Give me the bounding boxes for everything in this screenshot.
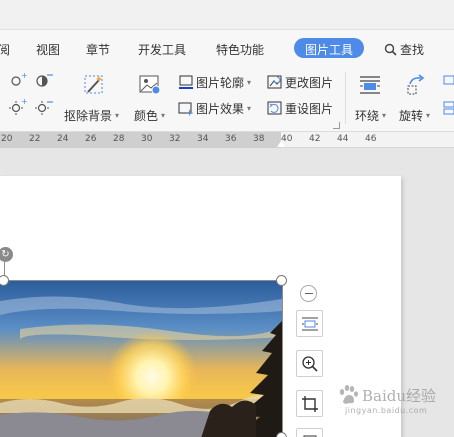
search-icon	[384, 43, 397, 56]
chevron-down-icon: ▾	[115, 111, 120, 120]
svg-text:+: +	[21, 72, 28, 80]
picture-effect-icon	[178, 102, 194, 116]
collapse-toolbar-button[interactable]	[300, 285, 317, 302]
picture-selection-frame	[0, 280, 283, 437]
chevron-down-icon: ▾	[247, 78, 252, 87]
contrast-up-icon	[36, 74, 53, 87]
svg-text:+: +	[21, 98, 28, 106]
chevron-down-icon: ▾	[382, 111, 387, 120]
rotate-icon	[407, 74, 425, 95]
ruler-number: 26	[85, 134, 97, 144]
color-label: 颜色	[134, 109, 159, 123]
ruler-number: 34	[197, 134, 209, 144]
align-button[interactable]	[442, 74, 454, 94]
ruler-number: 44	[337, 134, 349, 144]
wrap-text-button[interactable]: 环绕 ▾	[352, 72, 390, 124]
wrap-text-icon	[360, 76, 380, 94]
picture-outline-label: 图片轮廓	[196, 76, 245, 90]
find-button[interactable]: 查找	[384, 41, 424, 58]
ruler-number: 42	[309, 134, 321, 144]
ruler-number: 28	[113, 134, 125, 144]
reset-picture-label: 重设图片	[285, 102, 334, 116]
minus-icon	[304, 293, 313, 294]
brightness-down-icon: +	[9, 97, 28, 115]
brightness-up-icon: +	[11, 71, 28, 86]
picture-tools-ribbon: + + 抠除背景 ▾ 颜色 ▾ 图片轮廓 ▾ 图片效果 ▾ 更改图片 重设图片 …	[0, 66, 454, 132]
ruler-number: 32	[169, 134, 181, 144]
ruler-number: 36	[225, 134, 237, 144]
watermark-text: Baidu经验	[362, 386, 437, 405]
remove-background-label: 抠除背景	[64, 109, 113, 123]
reset-picture-icon	[267, 101, 282, 115]
tab-view[interactable]: 视图	[36, 41, 60, 58]
group-button[interactable]	[442, 100, 454, 120]
picture-effect-button[interactable]: 图片效果 ▾	[178, 100, 251, 117]
tab-chapter[interactable]: 章节	[86, 41, 110, 58]
change-picture-label: 更改图片	[285, 76, 334, 90]
resize-handle-bottom-right[interactable]	[276, 432, 287, 437]
wps-writer-window: 阅 视图 章节 开发工具 特色功能 图片工具 查找 + + 抠除背景 ▾ 颜色 …	[0, 0, 454, 437]
picture-outline-icon	[179, 75, 193, 89]
watermark-url: jingyan.baidu.com	[345, 406, 428, 415]
change-picture-button[interactable]: 更改图片	[267, 74, 333, 91]
crop-button[interactable]	[296, 390, 323, 417]
picture-icon	[303, 435, 316, 437]
resize-handle-top-right[interactable]	[276, 275, 287, 286]
picture-color-icon	[139, 75, 161, 95]
zoom-picture-button[interactable]	[296, 350, 323, 377]
contrast-down-button[interactable]	[34, 98, 54, 120]
ruler-number: 22	[29, 134, 41, 144]
chevron-down-icon: ▾	[161, 111, 166, 120]
magic-wand-icon	[84, 75, 103, 94]
rotation-stem	[4, 262, 5, 276]
picture-effect-label: 图片效果	[196, 102, 245, 116]
layout-options-button[interactable]	[296, 310, 323, 337]
zoom-in-icon	[301, 355, 318, 372]
wrap-text-label: 环绕	[355, 109, 380, 123]
brightness-up-button[interactable]: +	[8, 71, 28, 92]
ruler-number: 24	[57, 134, 69, 144]
ruler-indent-marker[interactable]	[277, 141, 285, 147]
more-tools-button[interactable]	[296, 428, 323, 437]
reset-picture-button[interactable]: 重设图片	[267, 100, 333, 117]
group-icon	[443, 101, 454, 115]
tab-picture-tools[interactable]: 图片工具	[294, 38, 365, 58]
remove-background-button[interactable]: 抠除背景 ▾	[64, 72, 124, 124]
tab-developer[interactable]: 开发工具	[138, 41, 186, 58]
align-icon	[443, 75, 454, 85]
ruler-number: 20	[1, 134, 13, 144]
rotate-button[interactable]: 旋转 ▾	[396, 72, 436, 124]
ribbon-divider	[345, 72, 346, 124]
find-label: 查找	[400, 43, 425, 57]
chevron-down-icon: ▾	[247, 104, 252, 113]
rotate-label: 旋转	[399, 109, 424, 123]
horizontal-ruler[interactable]: 20 22 24 26 28 30 32 34 36 38 40 42 44 4…	[0, 132, 454, 148]
color-button[interactable]: 颜色 ▾	[133, 72, 173, 124]
title-bar	[0, 0, 454, 30]
baidu-jingyan-watermark: Baidu经验 jingyan.baidu.com	[337, 384, 437, 415]
ruler-number: 46	[365, 134, 377, 144]
picture-outline-button[interactable]: 图片轮廓 ▾	[178, 74, 251, 91]
tab-review[interactable]: 阅	[0, 41, 10, 58]
ruler-number: 38	[253, 134, 265, 144]
contrast-down-icon	[35, 101, 53, 115]
contrast-up-button[interactable]	[34, 72, 54, 92]
change-picture-icon	[267, 75, 282, 89]
tab-features[interactable]: 特色功能	[216, 41, 264, 58]
dialog-launcher-icon[interactable]	[333, 122, 340, 129]
ribbon-tabs: 阅 视图 章节 开发工具 特色功能 图片工具 查找	[0, 30, 454, 66]
brightness-down-button[interactable]: +	[8, 97, 28, 120]
chevron-down-icon: ▾	[426, 111, 431, 120]
paw-logo-icon	[339, 385, 358, 404]
crop-icon	[301, 395, 318, 412]
ruler-number: 30	[141, 134, 153, 144]
layout-options-icon	[301, 317, 318, 330]
